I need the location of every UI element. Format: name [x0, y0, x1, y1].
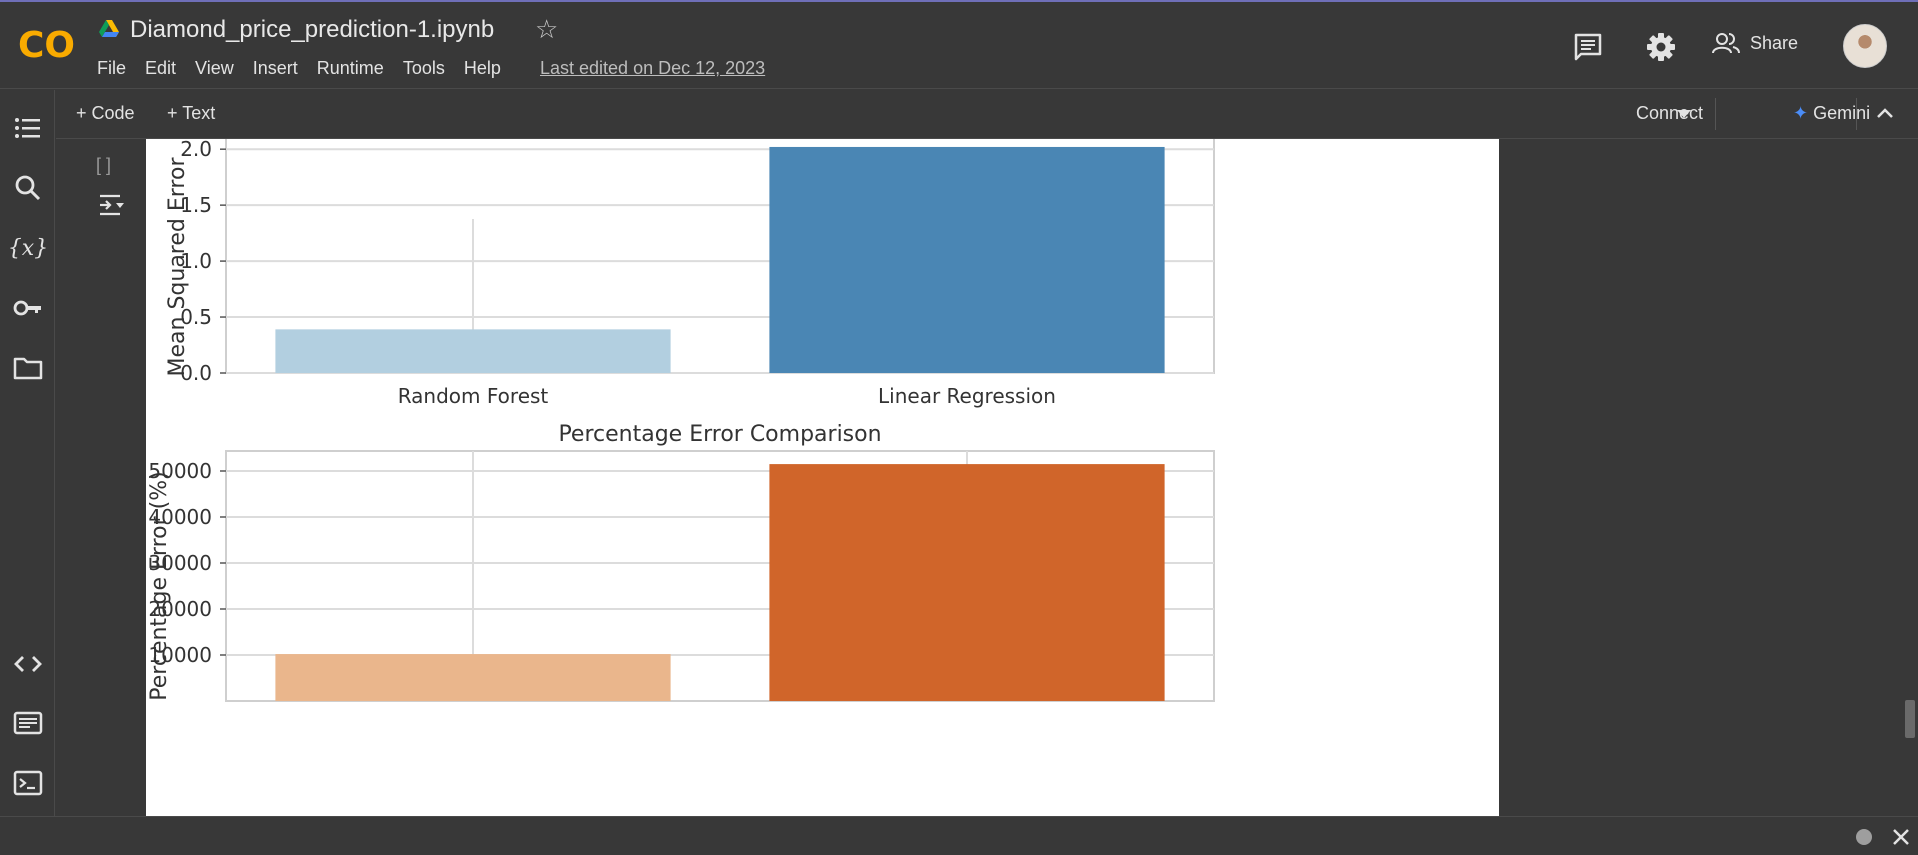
chart-figure: 0.00.51.01.52.0Random Forest Linear Regre…: [147, 139, 1215, 702]
chevron-up-icon[interactable]: [1876, 107, 1894, 119]
menu-help[interactable]: Help: [464, 58, 501, 79]
toolbar-divider: [1856, 98, 1857, 130]
bar: [275, 329, 671, 373]
cell-run-marker[interactable]: [ ]: [96, 155, 111, 176]
add-code-label: Code: [91, 103, 135, 123]
add-text-button[interactable]: + Text: [167, 103, 215, 124]
table-of-contents-icon[interactable]: [12, 112, 44, 144]
bar: [769, 146, 1165, 373]
menu-insert[interactable]: Insert: [253, 58, 298, 79]
folder-icon[interactable]: [12, 352, 44, 384]
chevron-down-icon[interactable]: [1676, 109, 1692, 119]
last-edited-link[interactable]: Last edited on Dec 12, 2023: [540, 58, 765, 79]
command-palette-icon[interactable]: [12, 707, 44, 739]
gear-icon[interactable]: [1645, 31, 1677, 63]
variables-icon[interactable]: {x}: [8, 232, 48, 264]
x-tick-label: Random Forest: [398, 384, 549, 408]
close-icon[interactable]: [1891, 827, 1911, 847]
share-label: Share: [1750, 32, 1799, 53]
google-drive-icon: [99, 20, 119, 37]
add-text-label: Text: [182, 103, 216, 123]
status-bar: [0, 816, 1918, 855]
y-axis-label: Mean Squared Error: [165, 157, 190, 377]
menu-bar: File Edit View Insert Runtime Tools Help: [97, 58, 520, 79]
axis-scale-label: 1e6: [226, 139, 260, 140]
bar: [769, 464, 1165, 701]
left-sidebar: {x}: [0, 90, 55, 816]
plus-icon: +: [167, 103, 183, 123]
menu-edit[interactable]: Edit: [145, 58, 176, 79]
search-icon[interactable]: [12, 172, 44, 204]
colab-logo[interactable]: CO: [18, 24, 80, 64]
y-axis-label: Percentage Error (%): [147, 471, 172, 700]
people-icon: [1712, 33, 1740, 54]
key-icon[interactable]: [12, 292, 44, 324]
star-icon[interactable]: ☆: [535, 14, 558, 45]
comment-icon[interactable]: [1573, 32, 1603, 62]
right-empty-panel: [1499, 139, 1918, 816]
menu-file[interactable]: File: [97, 58, 126, 79]
plus-icon: +: [76, 103, 92, 123]
chart-title: Percentage Error Comparison: [558, 422, 881, 447]
share-button[interactable]: Share: [1712, 32, 1798, 54]
cell-output: 0.0 0.5 1.0 1.5 2.0 Random Forest Linear Regre…: [146, 139, 1499, 816]
add-code-button[interactable]: + Code: [76, 103, 135, 124]
avatar[interactable]: [1843, 24, 1887, 68]
top-bar: CO Diamond_price_prediction-1.ipynb ☆ Fi…: [0, 0, 1918, 89]
scrollbar-thumb[interactable]: [1905, 700, 1915, 738]
code-snippets-icon[interactable]: [12, 648, 44, 680]
menu-runtime[interactable]: Runtime: [317, 58, 384, 79]
output-actions-icon[interactable]: [98, 193, 126, 217]
x-tick-label: Linear Regression: [878, 384, 1056, 408]
gemini-button[interactable]: ✦ Gemini: [1793, 103, 1870, 124]
menu-view[interactable]: View: [195, 58, 234, 79]
connect-label: Connect: [1636, 103, 1704, 123]
gemini-label: Gemini: [1813, 103, 1871, 123]
terminal-icon[interactable]: [12, 767, 44, 799]
toolbar-divider: [1715, 98, 1716, 130]
svg-text:CO: CO: [18, 25, 75, 64]
gemini-sparkle-icon: ✦: [1793, 103, 1814, 123]
notebook-title[interactable]: Diamond_price_prediction-1.ipynb: [130, 16, 494, 44]
connect-button[interactable]: Connect: [1636, 103, 1703, 124]
notebook-toolbar: + Code + Text Connect ✦ Gemini: [56, 90, 1918, 139]
status-dot-icon: [1856, 829, 1872, 845]
bar: [275, 654, 671, 701]
menu-tools[interactable]: Tools: [403, 58, 445, 79]
